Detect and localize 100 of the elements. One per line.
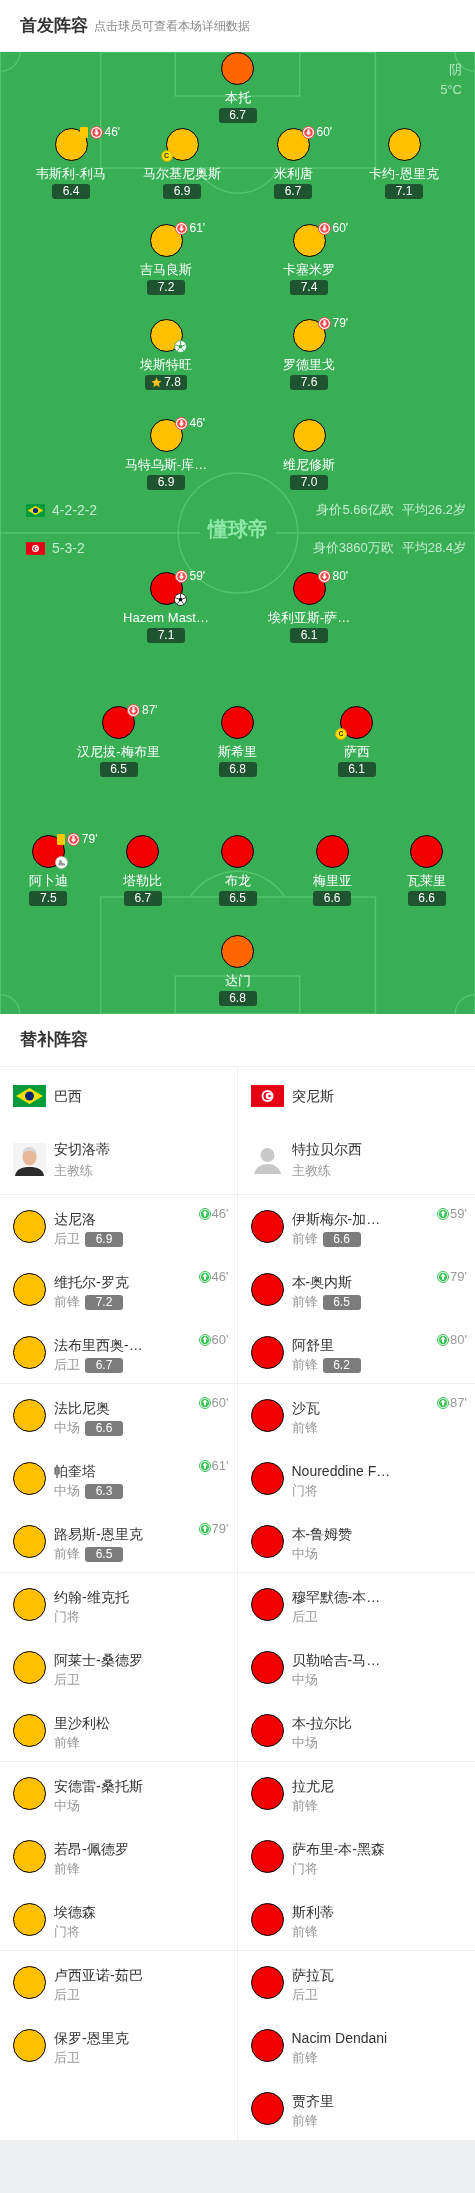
player-rating: 6.9 xyxy=(85,1231,123,1247)
soccer-ball-icon xyxy=(173,340,187,353)
formation-label: 4-2-2-2 xyxy=(52,500,98,520)
player-rating: 6.1 xyxy=(337,762,376,777)
player-marker[interactable] xyxy=(410,835,444,868)
player-position: 后卫 xyxy=(54,1230,80,1249)
player-marker[interactable] xyxy=(13,1588,46,1621)
player-marker[interactable] xyxy=(250,1651,284,1684)
substitution-minute: 60' xyxy=(316,126,333,139)
player-marker[interactable] xyxy=(149,419,183,452)
player-name: 斯利蒂 xyxy=(291,1903,334,1922)
player-marker[interactable] xyxy=(221,706,254,739)
coach-name: 特拉贝尔西 xyxy=(291,1139,362,1159)
player-position: 中场 xyxy=(54,1419,80,1438)
player-position: 前锋 xyxy=(291,1293,318,1312)
player-position: 前锋 xyxy=(54,1545,80,1564)
substitution-minute: 60' xyxy=(211,1396,229,1410)
player-name: 米利唐 xyxy=(273,165,313,182)
player-marker[interactable] xyxy=(221,52,254,85)
player-position: 中场 xyxy=(54,1797,80,1816)
player-marker[interactable] xyxy=(250,2029,284,2062)
player-name: 罗德里戈 xyxy=(283,356,335,373)
player-marker[interactable] xyxy=(13,1399,46,1432)
player-name: 梅里亚 xyxy=(312,872,352,889)
substitution-minute: 60' xyxy=(211,1333,229,1347)
player-marker[interactable] xyxy=(292,224,326,257)
substitution-minute: 80' xyxy=(332,570,349,583)
substitution-out-icon xyxy=(127,704,140,717)
player-rating: 7.1 xyxy=(385,184,423,199)
player-marker[interactable] xyxy=(250,1399,284,1432)
player-marker[interactable] xyxy=(292,319,326,352)
player-name: 埃斯特旺 xyxy=(140,356,192,373)
player-marker[interactable] xyxy=(221,835,254,868)
substitution-minute: 59' xyxy=(450,1207,467,1221)
player-name: 约翰-维克托 xyxy=(54,1588,129,1607)
player-marker[interactable] xyxy=(276,128,310,161)
player-marker[interactable] xyxy=(13,1336,46,1369)
player-marker[interactable] xyxy=(250,1588,284,1621)
player-marker[interactable] xyxy=(126,835,160,868)
player-marker[interactable] xyxy=(292,419,326,452)
player-marker[interactable] xyxy=(165,128,199,161)
player-rating: 6.1 xyxy=(290,628,328,643)
player-marker[interactable] xyxy=(250,1525,284,1558)
player-marker[interactable] xyxy=(250,1966,284,1999)
player-position: 前锋 xyxy=(291,1419,318,1438)
player-marker[interactable] xyxy=(13,1966,46,1999)
player-marker[interactable] xyxy=(13,1462,46,1495)
player-rating: 6.7 xyxy=(123,891,162,906)
player-marker[interactable] xyxy=(13,1651,46,1684)
player-name: 马特乌斯-库… xyxy=(124,456,208,473)
player-name: 若昂-佩德罗 xyxy=(54,1840,129,1859)
player-marker[interactable] xyxy=(102,706,135,739)
player-name: 斯希里 xyxy=(218,743,257,760)
player-marker[interactable] xyxy=(250,1210,284,1243)
player-name: 汉尼拔-梅布里 xyxy=(77,743,160,760)
player-marker[interactable] xyxy=(250,1462,284,1495)
player-rating: 6.5 xyxy=(85,1546,123,1562)
player-marker[interactable] xyxy=(250,1336,284,1369)
player-marker[interactable] xyxy=(13,1273,46,1306)
player-marker[interactable] xyxy=(221,935,254,968)
player-rating: 6.6 xyxy=(85,1420,123,1436)
player-marker[interactable] xyxy=(250,1714,284,1747)
market-value: 身价3860万欧 xyxy=(312,539,394,558)
player-name: 阿卜迪 xyxy=(28,872,68,889)
player-marker[interactable] xyxy=(250,1777,284,1810)
player-marker[interactable] xyxy=(54,128,88,161)
coach-avatar xyxy=(13,1143,46,1176)
player-marker[interactable] xyxy=(250,1903,284,1936)
player-rating: 6.8 xyxy=(218,762,257,777)
player-marker[interactable] xyxy=(13,2029,46,2062)
substitution-out-icon xyxy=(174,570,188,583)
player-marker[interactable] xyxy=(13,1840,46,1873)
player-marker[interactable] xyxy=(149,224,183,257)
player-marker[interactable] xyxy=(13,1714,46,1747)
boot-icon xyxy=(54,856,68,869)
player-rating: 6.7 xyxy=(85,1357,123,1373)
player-rating: 7.0 xyxy=(290,475,328,490)
player-marker[interactable] xyxy=(387,128,421,161)
player-marker[interactable] xyxy=(250,1273,284,1306)
player-marker[interactable] xyxy=(340,706,373,739)
player-marker[interactable] xyxy=(292,572,326,605)
player-name: Nacim Dendani xyxy=(291,2029,388,2048)
player-marker[interactable] xyxy=(13,1903,46,1936)
player-marker[interactable] xyxy=(13,1210,46,1243)
player-position: 中场 xyxy=(291,1734,318,1753)
substitution-minute: 87' xyxy=(142,704,158,717)
player-name: 法比尼奥 xyxy=(54,1399,111,1418)
player-rating: 6.9 xyxy=(163,184,201,199)
player-marker[interactable] xyxy=(250,1840,284,1873)
player-name: 达门 xyxy=(224,972,251,989)
player-marker[interactable] xyxy=(250,2092,284,2125)
player-name: 埃德森 xyxy=(54,1903,96,1922)
player-position: 后卫 xyxy=(54,1356,80,1375)
player-marker[interactable] xyxy=(13,1777,46,1810)
player-rating: 6.8 xyxy=(218,991,257,1006)
substitution-out-icon xyxy=(174,417,188,430)
player-name: 阿莱士-桑德罗 xyxy=(54,1651,143,1670)
player-marker[interactable] xyxy=(149,319,183,352)
player-marker[interactable] xyxy=(13,1525,46,1558)
player-marker[interactable] xyxy=(315,835,349,868)
